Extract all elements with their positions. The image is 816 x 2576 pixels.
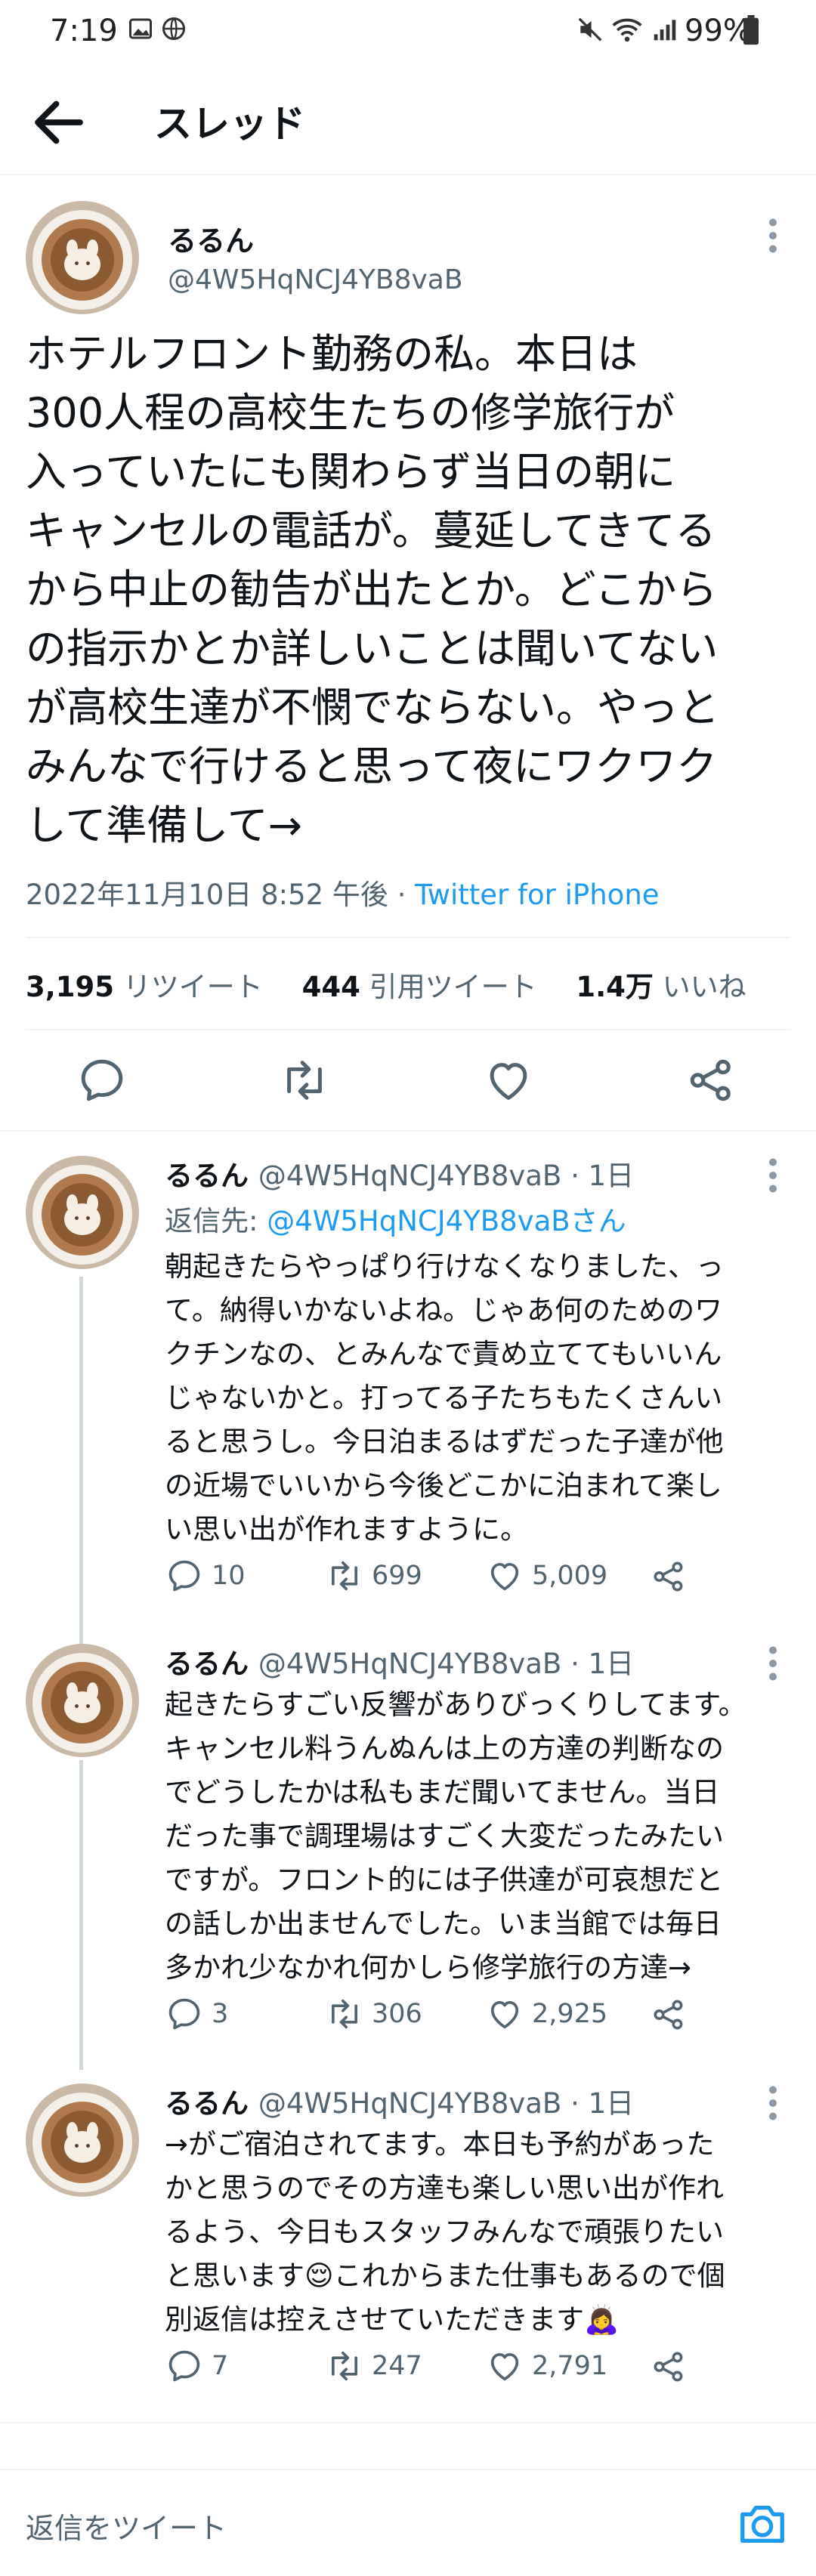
retweet-count: 247 [372, 2351, 422, 2381]
more-icon[interactable] [762, 213, 784, 258]
thread-line [79, 1277, 83, 1645]
avatar[interactable] [26, 1644, 139, 1757]
globe-icon [162, 17, 185, 40]
gallery-icon [129, 18, 152, 39]
reply-text: 朝起きたらやっぱり行けなくなりました、っ て。納得いかないよね。じゃあ何のための… [165, 1250, 724, 1546]
like-action[interactable]: 5,009 [485, 1556, 607, 1602]
reply-icon[interactable] [165, 1556, 204, 1595]
retweet-stat[interactable]: 3,195 リツイート [26, 971, 263, 1003]
like-icon[interactable] [485, 1994, 524, 2034]
share-icon[interactable] [650, 2348, 688, 2386]
retweet-count: 699 [372, 1561, 422, 1591]
signal-icon [654, 20, 676, 41]
reply-icon[interactable] [165, 2346, 204, 2386]
reply-author[interactable]: るるん @4W5HqNCJ4YB8vaB · 1日 [165, 2080, 634, 2121]
author-handle[interactable]: @4W5HqNCJ4YB8vaB [168, 264, 463, 295]
like-count: 5,009 [532, 1561, 608, 1591]
like-action[interactable]: 2,925 [485, 1994, 607, 2040]
reply-to-handle[interactable]: @4W5HqNCJ4YB8vaBさん [267, 1205, 626, 1237]
retweet-icon[interactable] [325, 1556, 364, 1595]
tweet-timestamp[interactable]: 2022年11月10日 8:52 午後 [26, 879, 388, 911]
thread-line [79, 1760, 83, 2070]
reply-author[interactable]: るるん @4W5HqNCJ4YB8vaB · 1日 [165, 1641, 634, 1682]
battery-icon [743, 15, 759, 45]
reply-count: 3 [212, 1999, 229, 2029]
page-title: スレッド [154, 102, 305, 146]
like-action[interactable]: 2,791 [485, 2346, 607, 2392]
avatar[interactable] [26, 201, 139, 314]
divider [26, 1029, 790, 1030]
retweet-icon[interactable] [325, 2346, 364, 2386]
status-time: 7:19 [50, 14, 118, 48]
like-count: 2,791 [532, 2351, 608, 2381]
retweet-action[interactable]: 699 [325, 1556, 422, 1602]
reply-icon[interactable] [165, 1994, 204, 2034]
reply-handle: @4W5HqNCJ4YB8vaB · 1日 [258, 2087, 635, 2120]
replying-to: 返信先: @4W5HqNCJ4YB8vaBさん [165, 1205, 626, 1237]
back-arrow-icon[interactable] [27, 91, 91, 154]
reply-text: 起きたらすごい反響がありびっくりしてます。 キャンセル料うんぬんは上の方達の判断… [165, 1688, 746, 1984]
tweet-text: ホテルフロント勤務の私。本日は 300人程の高校生たちの修学旅行が 入っていたに… [26, 330, 719, 849]
share-icon[interactable] [650, 1558, 688, 1595]
camera-icon[interactable] [736, 2500, 789, 2546]
mute-icon [578, 17, 602, 42]
share-icon[interactable] [650, 1996, 688, 2034]
like-icon[interactable] [482, 1054, 535, 1107]
reply-handle: @4W5HqNCJ4YB8vaB · 1日 [258, 1160, 635, 1192]
like-icon[interactable] [485, 1556, 524, 1595]
like-icon[interactable] [485, 2346, 524, 2386]
reply-action[interactable]: 10 [165, 1556, 246, 1602]
quote-stat[interactable]: 444 引用ツイート [302, 971, 537, 1003]
retweet-count: 306 [372, 1999, 422, 2029]
more-icon[interactable] [762, 1641, 784, 1686]
avatar[interactable] [26, 2083, 139, 2197]
retweet-action[interactable]: 306 [325, 1994, 422, 2040]
like-stat[interactable]: 1.4万 いいね [576, 971, 746, 1003]
retweet-action[interactable]: 247 [325, 2346, 422, 2392]
reply-text: →がご宿泊されてます。本日も予約があった かと思うのでその方達も楽しい思い出が作… [165, 2128, 725, 2336]
share-icon[interactable] [685, 1054, 737, 1107]
divider [26, 937, 790, 938]
retweet-icon[interactable] [278, 1054, 331, 1107]
tweet-meta: 2022年11月10日 8:52 午後 · Twitter for iPhone [26, 879, 660, 911]
status-bar: 7:19 99% [0, 0, 816, 65]
more-icon[interactable] [762, 2080, 784, 2126]
divider [0, 1130, 816, 1132]
reply-count: 10 [212, 1561, 246, 1591]
top-app-bar: スレッド [0, 65, 816, 175]
avatar[interactable] [26, 1156, 139, 1269]
more-icon[interactable] [762, 1153, 784, 1198]
reply-author[interactable]: るるん @4W5HqNCJ4YB8vaB · 1日 [165, 1153, 634, 1194]
reply-action[interactable]: 7 [165, 2346, 228, 2392]
retweet-icon[interactable] [325, 1994, 364, 2034]
wifi-icon [612, 18, 642, 42]
reply-composer: 返信をツイート [0, 2469, 816, 2576]
reply-action[interactable]: 3 [165, 1994, 228, 2040]
author-name[interactable]: るるん [168, 218, 254, 259]
reply-input[interactable]: 返信をツイート [26, 2505, 227, 2547]
reply-icon[interactable] [76, 1054, 128, 1107]
reply-handle: @4W5HqNCJ4YB8vaB · 1日 [258, 1648, 635, 1680]
like-count: 2,925 [532, 1999, 608, 2029]
reply-count: 7 [212, 2351, 229, 2381]
tweet-source[interactable]: Twitter for iPhone [415, 879, 659, 911]
tweet-stats: 3,195 リツイート 444 引用ツイート 1.4万 いいね [26, 964, 777, 1005]
divider [0, 2422, 816, 2423]
